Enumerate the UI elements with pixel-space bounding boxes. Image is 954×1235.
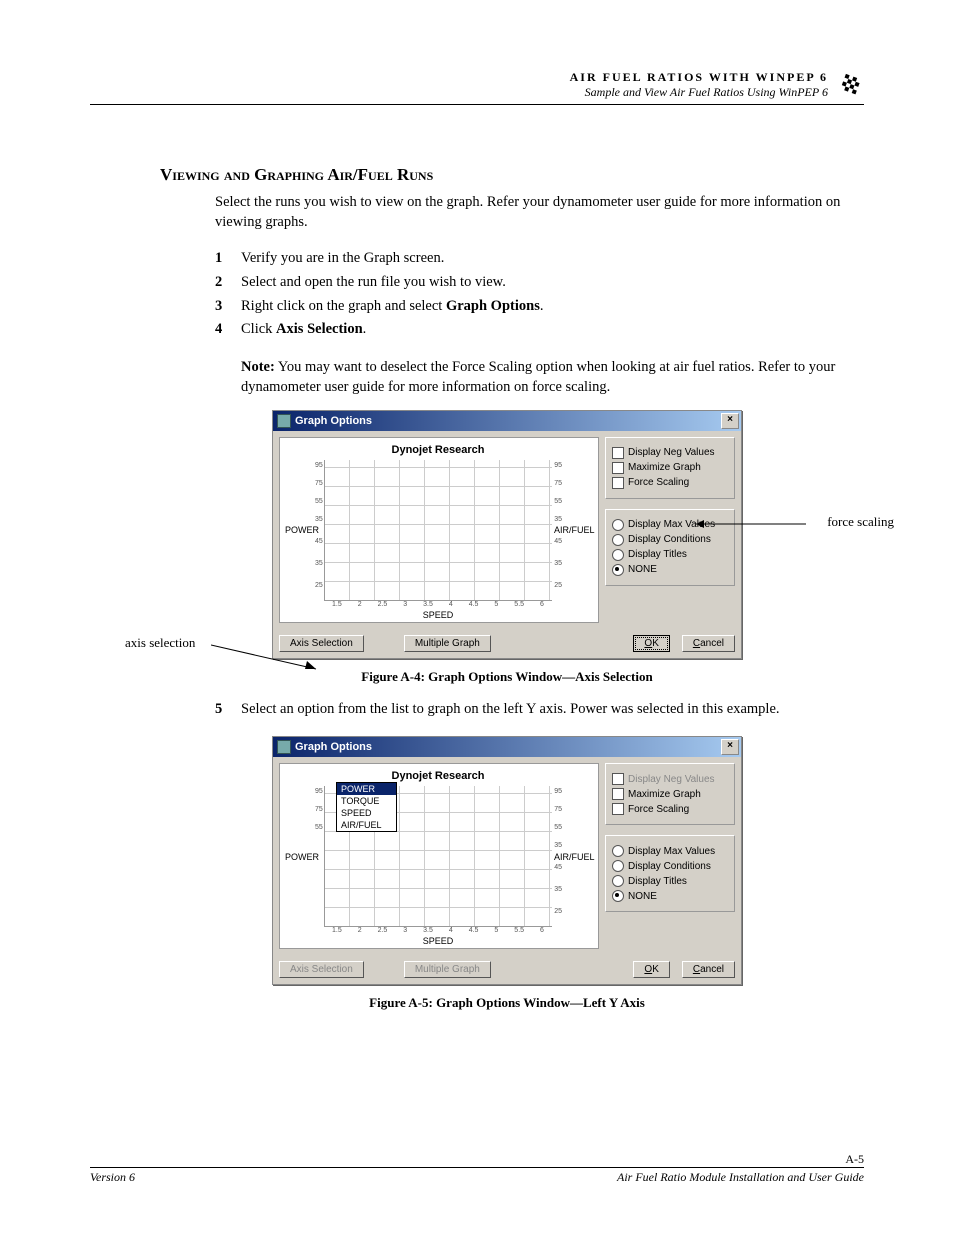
ok-button[interactable]: OK (633, 635, 669, 652)
dialog-title: Graph Options (295, 741, 372, 753)
step-text: Right click on the graph and select Grap… (241, 296, 543, 318)
intro-paragraph: Select the runs you wish to view on the … (215, 193, 864, 232)
radio-max-values[interactable] (612, 519, 624, 531)
checkbox-maximize-graph[interactable] (612, 788, 624, 800)
figure-a5: Graph Options × Dynojet Research POWER 9… (150, 736, 864, 1011)
dialog-titlebar: Graph Options × (273, 411, 741, 431)
left-y-label[interactable]: POWER (282, 525, 322, 535)
axis-selection-button: Axis Selection (279, 961, 364, 978)
step-number: 2 (215, 272, 241, 294)
checkbox-neg-values (612, 773, 624, 785)
radio-titles[interactable] (612, 875, 624, 887)
right-y-label[interactable]: AIR/FUEL (554, 525, 594, 535)
step-text: Verify you are in the Graph screen. (241, 248, 444, 270)
dialog-titlebar: Graph Options × (273, 737, 741, 757)
graph-preview-panel: Dynojet Research POWER 9595 7575 5555 35… (279, 437, 599, 623)
radio-titles[interactable] (612, 549, 624, 561)
radio-max-values[interactable] (612, 845, 624, 857)
x-axis-label[interactable]: SPEED (282, 936, 594, 946)
checkbox-force-scaling[interactable] (612, 803, 624, 815)
footer-version: Version 6 (90, 1170, 135, 1185)
header-subtitle: Sample and View Air Fuel Ratios Using Wi… (585, 85, 828, 100)
checkbox-maximize-graph[interactable] (612, 462, 624, 474)
right-y-label[interactable]: AIR/FUEL (554, 852, 594, 862)
figure-a4: Graph Options × Dynojet Research POWER 9… (150, 410, 864, 685)
step-number: 3 (215, 296, 241, 318)
header-chapter: AIR FUEL RATIOS WITH WINPEP 6 (570, 70, 828, 85)
callout-force-scaling: force scaling (827, 514, 894, 530)
left-y-label[interactable]: POWER (282, 852, 322, 862)
page-header: AIR FUEL RATIOS WITH WINPEP 6 Sample and… (90, 70, 864, 105)
page-number: A-5 (845, 1152, 864, 1167)
dropdown-option-airfuel[interactable]: AIR/FUEL (337, 819, 396, 831)
dropdown-option-torque[interactable]: TORQUE (337, 795, 396, 807)
display-options-group: Display Neg Values Maximize Graph Force … (605, 437, 735, 499)
cancel-button[interactable]: Cancel (682, 635, 735, 652)
section-heading: Viewing and Graphing Air/Fuel Runs (160, 165, 864, 185)
x-ticks: 1.522.533.544.555.56 (282, 601, 594, 608)
radio-conditions[interactable] (612, 534, 624, 546)
radio-conditions[interactable] (612, 860, 624, 872)
ok-button[interactable]: OK (633, 961, 669, 978)
figure-caption: Figure A-5: Graph Options Window—Left Y … (150, 995, 864, 1011)
graph-grid: 9595 7575 5555 3535 4545 3535 2525 (324, 460, 552, 601)
page-footer: A-5 Version 6 Air Fuel Ratio Module Inst… (90, 1167, 864, 1185)
step-text: Select and open the run file you wish to… (241, 272, 506, 294)
step-number: 5 (215, 699, 241, 721)
left-y-dropdown[interactable]: POWER TORQUE SPEED AIR/FUEL (336, 782, 397, 832)
close-icon[interactable]: × (721, 413, 739, 429)
radio-none[interactable] (612, 564, 624, 576)
step-text: Click Axis Selection. (241, 319, 366, 341)
checker-flag-icon (836, 72, 864, 100)
graph-title: Dynojet Research (282, 444, 594, 456)
checkbox-force-scaling[interactable] (612, 477, 624, 489)
app-icon (277, 740, 291, 754)
step-number: 1 (215, 248, 241, 270)
graph-title: Dynojet Research (282, 770, 594, 782)
step-number: 4 (215, 319, 241, 341)
graph-preview-panel: Dynojet Research POWER 95 75 55 35 45 35… (279, 763, 599, 949)
dialog-title: Graph Options (295, 415, 372, 427)
dropdown-option-power[interactable]: POWER (337, 783, 396, 795)
step-text: Select an option from the list to graph … (241, 699, 780, 721)
footer-guide: Air Fuel Ratio Module Installation and U… (617, 1170, 864, 1185)
display-options-group: Display Neg Values Maximize Graph Force … (605, 763, 735, 825)
app-icon (277, 414, 291, 428)
dropdown-option-speed[interactable]: SPEED (337, 807, 396, 819)
note-block: Note: You may want to deselect the Force… (241, 357, 864, 398)
radio-none[interactable] (612, 890, 624, 902)
display-mode-group: Display Max Values Display Conditions Di… (605, 835, 735, 912)
multiple-graph-button: Multiple Graph (404, 961, 491, 978)
close-icon[interactable]: × (721, 739, 739, 755)
checkbox-neg-values[interactable] (612, 447, 624, 459)
x-ticks: 1.522.533.544.555.56 (282, 927, 594, 934)
x-axis-label[interactable]: SPEED (282, 610, 594, 620)
graph-options-dialog: Graph Options × Dynojet Research POWER 9… (272, 410, 742, 659)
multiple-graph-button[interactable]: Multiple Graph (404, 635, 491, 652)
cancel-button[interactable]: Cancel (682, 961, 735, 978)
callout-axis-selection: axis selection (125, 635, 195, 651)
graph-options-dialog-2: Graph Options × Dynojet Research POWER 9… (272, 736, 742, 985)
